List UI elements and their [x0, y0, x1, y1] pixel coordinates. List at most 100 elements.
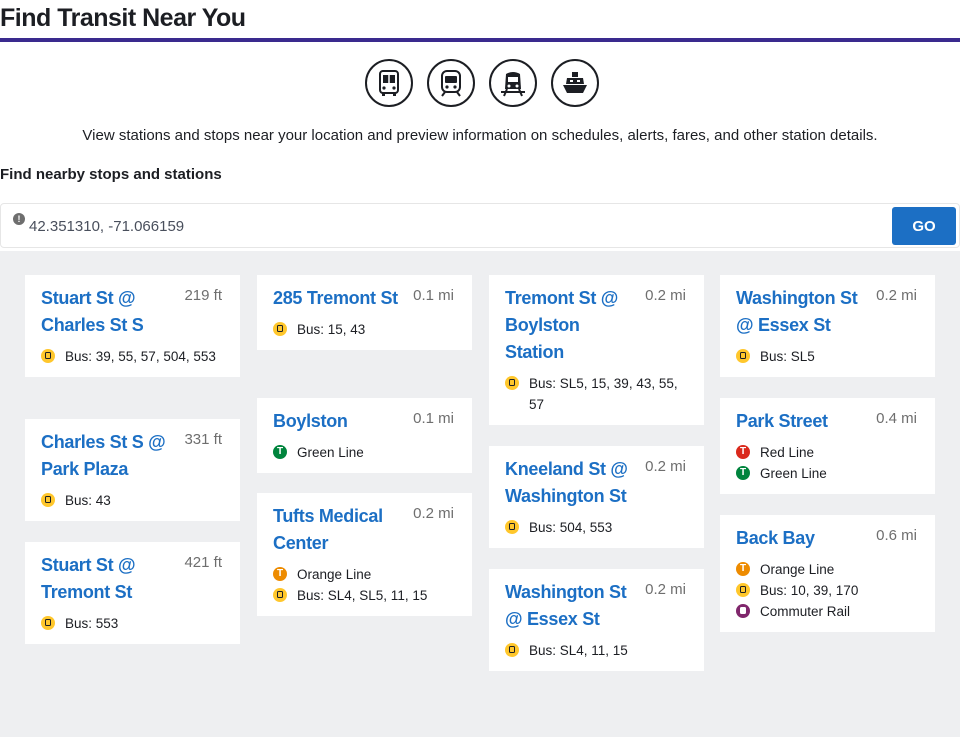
- stop-distance: 0.2 mi: [645, 458, 686, 475]
- bus-icon: [41, 493, 55, 507]
- subway-mode-icon[interactable]: [427, 59, 475, 107]
- stop-distance: 0.2 mi: [645, 287, 686, 304]
- route-row: Bus: 553: [41, 613, 224, 634]
- subway-glyph: [441, 70, 461, 97]
- stop-card: Washington St @ Essex St 0.2 mi Bus: SL4…: [489, 569, 704, 671]
- stop-name-link[interactable]: 285 Tremont St: [273, 285, 401, 312]
- route-row: Green Line: [273, 442, 456, 463]
- orange-line-icon: [273, 567, 287, 581]
- stop-card: 285 Tremont St 0.1 mi Bus: 15, 43: [257, 275, 472, 350]
- stop-card: Tufts Medical Center 0.2 mi Orange Line …: [257, 493, 472, 616]
- stop-distance: 0.6 mi: [876, 527, 917, 544]
- route-text: Orange Line: [760, 562, 835, 577]
- bus-glyph: [379, 70, 399, 96]
- section-label: Find nearby stops and stations: [0, 166, 222, 183]
- stop-distance: 0.2 mi: [413, 505, 454, 522]
- bus-icon: [505, 643, 519, 657]
- stop-card: Kneeland St @ Washington St 0.2 mi Bus: …: [489, 446, 704, 548]
- route-text: Bus: 10, 39, 170: [760, 583, 859, 598]
- green-line-icon: [273, 445, 287, 459]
- stop-distance: 0.2 mi: [645, 581, 686, 598]
- go-button[interactable]: GO: [892, 207, 956, 245]
- route-row: Bus: SL4, SL5, 11, 15: [273, 585, 456, 606]
- route-row: Bus: 39, 55, 57, 504, 553: [41, 346, 224, 367]
- route-text: Bus: SL5, 15, 39, 43, 55, 57: [529, 376, 678, 412]
- stop-name-link[interactable]: Kneeland St @ Washington St: [505, 456, 633, 510]
- stop-distance: 0.2 mi: [876, 287, 917, 304]
- route-text: Bus: 553: [65, 616, 119, 631]
- commuter-rail-mode-icon[interactable]: [489, 59, 537, 107]
- route-row: Red Line: [736, 442, 919, 463]
- location-search: ! GO: [0, 203, 960, 248]
- stop-name-link[interactable]: Washington St @ Essex St: [736, 285, 864, 339]
- route-row: Bus: 43: [41, 490, 224, 511]
- route-text: Red Line: [760, 445, 815, 460]
- stop-distance: 219 ft: [184, 287, 222, 304]
- mode-filter: [365, 59, 599, 107]
- route-row: Orange Line: [273, 564, 456, 585]
- bus-icon: [505, 520, 519, 534]
- route-row: Bus: SL5, 15, 39, 43, 55, 57: [505, 373, 688, 415]
- stop-name-link[interactable]: Park Street: [736, 408, 864, 435]
- stop-name-link[interactable]: Boylston: [273, 408, 401, 435]
- bus-icon: [505, 376, 519, 390]
- stop-distance: 0.1 mi: [413, 287, 454, 304]
- stop-card: Stuart St @ Charles St S 219 ft Bus: 39,…: [25, 275, 240, 377]
- intro-text: View stations and stops near your locati…: [82, 127, 878, 144]
- page-header: Find Transit Near You: [0, 0, 960, 42]
- stop-name-link[interactable]: Tufts Medical Center: [273, 503, 401, 557]
- results-panel: Stuart St @ Charles St S 219 ft Bus: 39,…: [0, 251, 960, 737]
- route-row: Bus: SL5: [736, 346, 919, 367]
- bus-mode-icon[interactable]: [365, 59, 413, 107]
- stop-card: Charles St S @ Park Plaza 331 ft Bus: 43: [25, 419, 240, 521]
- route-text: Green Line: [760, 466, 827, 481]
- bus-icon: [41, 349, 55, 363]
- ferry-mode-icon[interactable]: [551, 59, 599, 107]
- stop-card: Boylston 0.1 mi Green Line: [257, 398, 472, 473]
- red-line-icon: [736, 445, 750, 459]
- green-line-icon: [736, 466, 750, 480]
- stop-name-link[interactable]: Back Bay: [736, 525, 864, 552]
- stop-name-link[interactable]: Stuart St @ Charles St S: [41, 285, 169, 339]
- commuter-rail-icon: [736, 604, 750, 618]
- location-input[interactable]: [29, 215, 879, 237]
- stop-card: Washington St @ Essex St 0.2 mi Bus: SL5: [720, 275, 935, 377]
- stop-name-link[interactable]: Washington St @ Essex St: [505, 579, 633, 633]
- route-row: Green Line: [736, 463, 919, 484]
- stop-distance: 0.4 mi: [876, 410, 917, 427]
- stop-distance: 331 ft: [184, 431, 222, 448]
- bus-icon: [41, 616, 55, 630]
- route-row: Bus: 504, 553: [505, 517, 688, 538]
- stop-card: Park Street 0.4 mi Red Line Green Line: [720, 398, 935, 494]
- stop-name-link[interactable]: Stuart St @ Tremont St: [41, 552, 169, 606]
- ferry-glyph: [563, 72, 587, 93]
- route-text: Bus: SL4, 11, 15: [529, 643, 628, 658]
- stop-card: Stuart St @ Tremont St 421 ft Bus: 553: [25, 542, 240, 644]
- exclamation-icon: !: [13, 213, 25, 225]
- bus-icon: [736, 349, 750, 363]
- bus-icon: [273, 588, 287, 602]
- route-text: Bus: SL5: [760, 349, 815, 364]
- route-text: Orange Line: [297, 567, 372, 582]
- route-row: Bus: SL4, 11, 15: [505, 640, 688, 661]
- route-text: Bus: 15, 43: [297, 322, 366, 337]
- route-text: Commuter Rail: [760, 604, 851, 619]
- route-text: Bus: 39, 55, 57, 504, 553: [65, 349, 216, 364]
- stop-name-link[interactable]: Charles St S @ Park Plaza: [41, 429, 169, 483]
- route-row: Bus: 15, 43: [273, 319, 456, 340]
- page-title: Find Transit Near You: [0, 4, 246, 32]
- stop-distance: 0.1 mi: [413, 410, 454, 427]
- commuter-rail-glyph: [501, 72, 525, 97]
- stop-name-link[interactable]: Tremont St @ Boylston Station: [505, 285, 633, 366]
- bus-icon: [273, 322, 287, 336]
- route-text: Bus: 43: [65, 493, 111, 508]
- bus-icon: [736, 583, 750, 597]
- route-text: Bus: SL4, SL5, 11, 15: [297, 588, 428, 603]
- route-text: Green Line: [297, 445, 364, 460]
- stop-distance: 421 ft: [184, 554, 222, 571]
- stop-card: Back Bay 0.6 mi Orange Line Bus: 10, 39,…: [720, 515, 935, 632]
- orange-line-icon: [736, 562, 750, 576]
- stop-card: Tremont St @ Boylston Station 0.2 mi Bus…: [489, 275, 704, 425]
- route-row: Bus: 10, 39, 170: [736, 580, 919, 601]
- route-row: Orange Line: [736, 559, 919, 580]
